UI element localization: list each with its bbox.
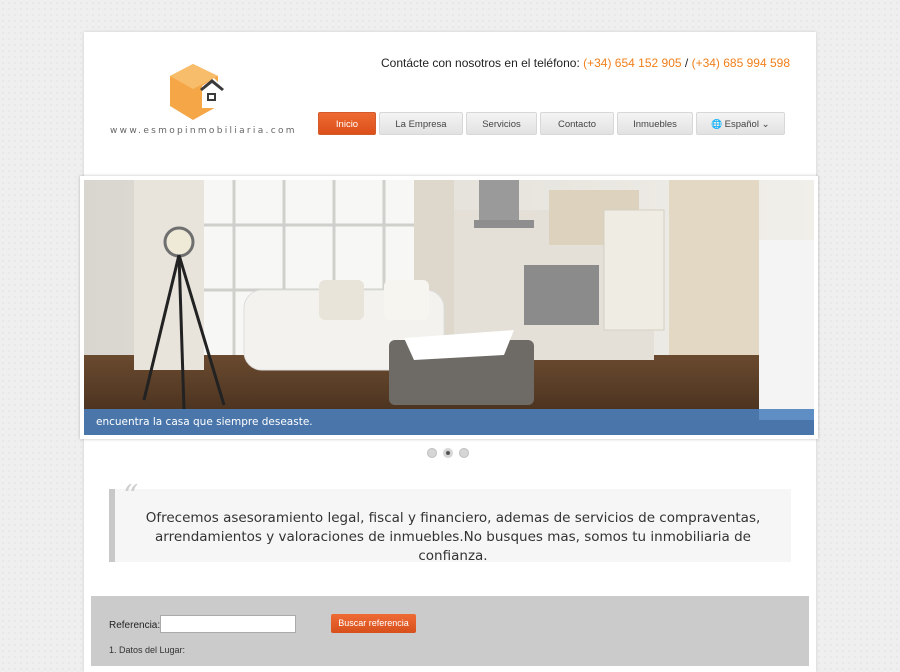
chevron-down-icon: ⌄ xyxy=(761,119,770,130)
slider-pagination xyxy=(427,448,469,458)
slider-dot-3[interactable] xyxy=(459,448,469,458)
intro-quote: “ Ofrecemos asesoramiento legal, fiscal … xyxy=(109,479,791,564)
language-label: Español xyxy=(724,119,759,130)
slider-dot-2[interactable] xyxy=(443,448,453,458)
place-data-heading: 1. Datos del Lugar: xyxy=(109,645,186,655)
logo[interactable]: www.esmopinmobiliaria.com xyxy=(110,62,295,142)
hero-slider[interactable]: encuentra la casa que siempre deseaste. xyxy=(80,176,818,439)
reference-label: Referencia: xyxy=(109,620,161,631)
nav-item-inicio[interactable]: Inicio xyxy=(318,112,376,135)
main-nav: Inicio La Empresa Servicios Contacto Inm… xyxy=(318,112,785,135)
hero-image: encuentra la casa que siempre deseaste. xyxy=(84,180,814,435)
house-logo-icon xyxy=(170,64,224,120)
globe-icon: 🌐 xyxy=(711,119,723,129)
reference-search-panel: Referencia: Buscar referencia 1. Datos d… xyxy=(91,596,809,666)
quote-text: Ofrecemos asesoramiento legal, fiscal y … xyxy=(145,510,761,564)
logo-domain: www.esmopinmobiliaria.com xyxy=(110,126,297,136)
contact-line: Contácte con nosotros en el teléfono: (+… xyxy=(381,56,790,70)
contact-phone-2[interactable]: (+34) 685 994 598 xyxy=(692,56,790,70)
search-reference-button[interactable]: Buscar referencia xyxy=(331,614,416,633)
slider-caption: encuentra la casa que siempre deseaste. xyxy=(84,409,814,435)
nav-item-contacto[interactable]: Contacto xyxy=(540,112,614,135)
language-selector[interactable]: 🌐 Español ⌄ xyxy=(696,112,785,135)
reference-input[interactable] xyxy=(160,615,296,633)
contact-phone-1[interactable]: (+34) 654 152 905 xyxy=(583,56,681,70)
contact-prefix: Contácte con nosotros en el teléfono: xyxy=(380,56,580,70)
nav-item-la-empresa[interactable]: La Empresa xyxy=(379,112,463,135)
contact-separator: / xyxy=(684,56,689,70)
nav-item-inmuebles[interactable]: Inmuebles xyxy=(617,112,693,135)
slider-dot-1[interactable] xyxy=(427,448,437,458)
nav-item-servicios[interactable]: Servicios xyxy=(466,112,537,135)
